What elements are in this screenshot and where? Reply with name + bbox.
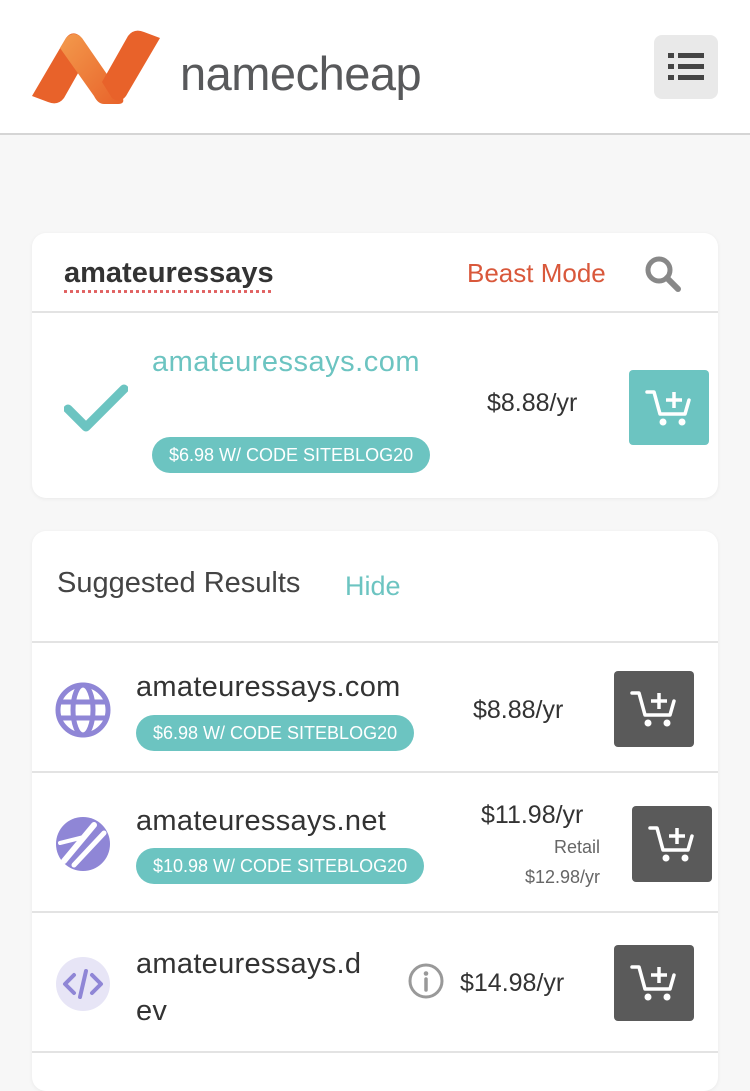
add-to-cart-icon [648,826,694,862]
add-to-cart-button[interactable] [629,370,709,445]
code-brackets-icon [56,957,110,1011]
beast-mode-link[interactable]: Beast Mode [467,253,606,293]
price: $8.88/yr [473,696,564,724]
domain-line-1: amateuressays.d [136,948,362,980]
domain-name[interactable]: amateuressays.com [136,671,401,704]
search-card: amateuressays Beast Mode amateuressays.c… [32,233,718,498]
add-to-cart-icon [630,965,676,1001]
promo-badge: $6.98 W/ CODE SITEBLOG20 [136,715,415,751]
main-price: $8.88/yr [487,389,578,417]
domain-name[interactable]: amateuressays.net [136,805,386,838]
menu-button[interactable] [654,35,718,99]
retail-price: $12.98/yr [524,867,600,887]
promo-badge: $6.98 W/ CODE SITEBLOG20 [152,437,431,473]
namecheap-logo-icon[interactable] [30,30,162,104]
search-query[interactable]: amateuressays [64,251,274,295]
net-logo-icon [56,817,110,871]
list-menu-icon [668,53,704,80]
site-header: namecheap [0,0,750,135]
add-to-cart-button[interactable] [614,671,694,747]
add-to-cart-icon [630,691,676,727]
hide-link[interactable]: Hide [345,571,401,602]
list-item: amateuressays.com $6.98 W/ CODE SITEBLOG… [32,643,718,773]
checkmark-icon [64,384,128,432]
add-to-cart-button[interactable] [614,945,694,1021]
retail-label: Retail [553,837,600,857]
list-item: amateuressays.d ev $14.98/yr [32,913,718,1053]
add-to-cart-icon [645,390,691,426]
search-bar[interactable]: amateuressays Beast Mode [32,233,718,313]
price: $14.98/yr [460,969,565,997]
add-to-cart-button[interactable] [632,806,712,882]
info-icon[interactable] [408,963,444,999]
price: $11.98/yr [481,801,584,829]
domain-line-2: ev [136,995,168,1027]
list-item: amateuressays.net $10.98 W/ CODE SITEBLO… [32,773,718,913]
suggested-results-card: Suggested Results Hide amateuressays.com… [32,531,718,1091]
main-result: amateuressays.com $6.98 W/ CODE SITEBLOG… [32,313,718,498]
suggested-header: Suggested Results Hide [32,531,718,643]
search-icon[interactable] [644,255,682,293]
globe-icon [55,682,111,738]
logo-text: namecheap [180,47,422,100]
domain-name[interactable]: amateuressays.d ev [136,941,361,1035]
main-domain-name[interactable]: amateuressays.com [152,339,432,386]
suggested-title: Suggested Results [57,567,301,599]
promo-badge: $10.98 W/ CODE SITEBLOG20 [136,848,425,884]
